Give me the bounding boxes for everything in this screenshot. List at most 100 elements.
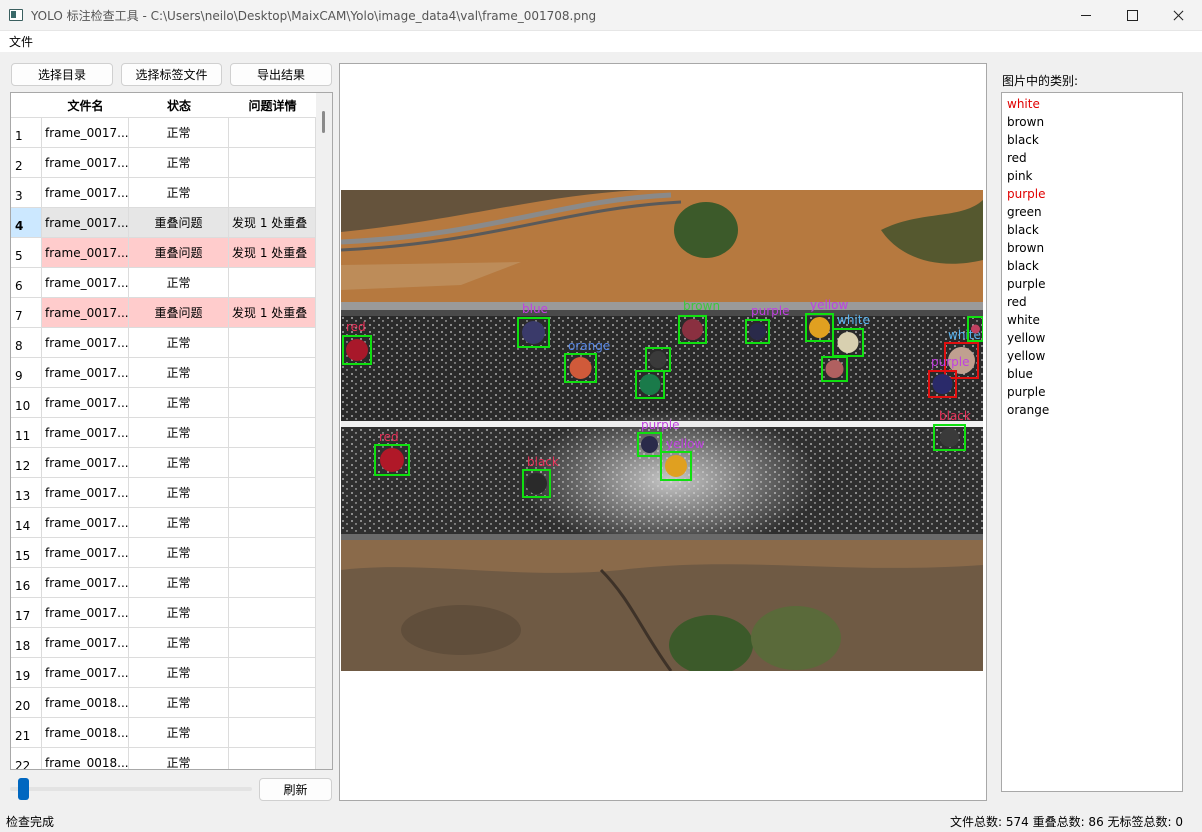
status-counts: 文件总数: 574 重叠总数: 86 无标签总数: 0 [950, 815, 1184, 829]
table-row[interactable]: 22 frame_0018... 正常 [11, 748, 316, 769]
object-ball [639, 374, 661, 395]
slider-track[interactable] [10, 787, 252, 791]
row-status: 正常 [129, 628, 229, 658]
header-status[interactable]: 状态 [129, 93, 229, 118]
row-filename: frame_0017... [42, 418, 129, 448]
table-row[interactable]: 14 frame_0017... 正常 [11, 508, 316, 538]
table-row[interactable]: 2 frame_0017... 正常 [11, 148, 316, 178]
box-label: purple [931, 355, 970, 369]
class-item[interactable]: white [1002, 95, 1182, 113]
class-item[interactable]: red [1002, 293, 1182, 311]
class-item[interactable]: yellow [1002, 329, 1182, 347]
class-item[interactable]: pink [1002, 167, 1182, 185]
table-row[interactable]: 10 frame_0017... 正常 [11, 388, 316, 418]
row-filename: frame_0017... [42, 388, 129, 418]
class-item[interactable]: purple [1002, 383, 1182, 401]
table-row[interactable]: 16 frame_0017... 正常 [11, 568, 316, 598]
export-results-button[interactable]: 导出结果 [230, 63, 332, 86]
box-label: red [379, 430, 399, 444]
row-status: 正常 [129, 478, 229, 508]
class-item[interactable]: green [1002, 203, 1182, 221]
class-item[interactable]: yellow [1002, 347, 1182, 365]
class-list[interactable]: white brown black red pink purple green black br… [1001, 92, 1183, 792]
row-index: 8 [11, 328, 42, 358]
box-label: black [527, 455, 559, 469]
table-row[interactable]: 17 frame_0017... 正常 [11, 598, 316, 628]
table-row[interactable]: 5 frame_0017... 重叠问题 发现 1 处重叠 [11, 238, 316, 268]
row-detail [229, 388, 316, 418]
row-detail: 发现 1 处重叠 [229, 298, 316, 328]
class-item[interactable]: blue [1002, 365, 1182, 383]
table-row[interactable]: 12 frame_0017... 正常 [11, 448, 316, 478]
table-row[interactable]: 19 frame_0017... 正常 [11, 658, 316, 688]
select-directory-button[interactable]: 选择目录 [11, 63, 113, 86]
header-detail[interactable]: 问题详情 [229, 93, 316, 118]
table-row[interactable]: 7 frame_0017... 重叠问题 发现 1 处重叠 [11, 298, 316, 328]
class-item[interactable]: black [1002, 257, 1182, 275]
row-filename: frame_0017... [42, 478, 129, 508]
class-item[interactable]: black [1002, 131, 1182, 149]
row-index: 12 [11, 448, 42, 478]
table-row[interactable]: 11 frame_0017... 正常 [11, 418, 316, 448]
class-item[interactable]: brown [1002, 239, 1182, 257]
object-ball [649, 351, 667, 368]
table-row[interactable]: 20 frame_0018... 正常 [11, 688, 316, 718]
row-status: 重叠问题 [129, 208, 229, 238]
object-ball [971, 324, 980, 334]
table-scrollbar[interactable] [316, 93, 332, 769]
class-item[interactable]: orange [1002, 401, 1182, 419]
class-item[interactable]: red [1002, 149, 1182, 167]
table-row[interactable]: 21 frame_0018... 正常 [11, 718, 316, 748]
row-status: 正常 [129, 268, 229, 298]
table-row[interactable]: 6 frame_0017... 正常 [11, 268, 316, 298]
class-item[interactable]: black [1002, 221, 1182, 239]
box-label: yellow [666, 437, 704, 451]
table-row[interactable]: 4 frame_0017... 重叠问题 发现 1 处重叠 [11, 208, 316, 238]
row-detail [229, 148, 316, 178]
table-row[interactable]: 15 frame_0017... 正常 [11, 538, 316, 568]
table-row[interactable]: 18 frame_0017... 正常 [11, 628, 316, 658]
class-item[interactable]: purple [1002, 185, 1182, 203]
maximize-button[interactable] [1109, 0, 1155, 31]
bush [674, 202, 738, 258]
object-ball [346, 339, 368, 361]
row-status: 正常 [129, 148, 229, 178]
select-label-file-button[interactable]: 选择标签文件 [121, 63, 222, 86]
table-row[interactable]: 3 frame_0017... 正常 [11, 178, 316, 208]
row-filename: frame_0017... [42, 628, 129, 658]
table-row[interactable]: 13 frame_0017... 正常 [11, 478, 316, 508]
scrollbar-thumb[interactable] [322, 111, 325, 133]
table-row[interactable]: 1 frame_0017... 正常 [11, 118, 316, 148]
object-ball [749, 323, 766, 340]
object-ball [641, 436, 658, 453]
object-ball [569, 357, 592, 379]
row-index: 1 [11, 118, 42, 148]
class-item[interactable]: white [1002, 311, 1182, 329]
refresh-button[interactable]: 刷新 [259, 778, 332, 801]
table-row[interactable]: 8 frame_0017... 正常 [11, 328, 316, 358]
object-ball [825, 360, 844, 378]
row-index: 9 [11, 358, 42, 388]
row-index: 14 [11, 508, 42, 538]
row-index: 2 [11, 148, 42, 178]
slider-handle[interactable] [18, 778, 29, 800]
box-label: yellow [810, 298, 848, 312]
row-index: 22 [11, 748, 42, 769]
minimize-button[interactable] [1063, 0, 1109, 31]
close-button[interactable] [1155, 0, 1201, 31]
menu-file[interactable]: 文件 [0, 33, 42, 50]
box-label: blue [522, 302, 548, 316]
class-item[interactable]: brown [1002, 113, 1182, 131]
object-ball [526, 473, 547, 494]
class-item[interactable]: purple [1002, 275, 1182, 293]
row-status: 正常 [129, 688, 229, 718]
file-table[interactable]: 文件名 状态 问题详情 1 frame_0017... 正常 2 frame_0017.… [10, 92, 333, 770]
row-filename: frame_0017... [42, 328, 129, 358]
box-label: black [939, 409, 971, 423]
header-filename[interactable]: 文件名 [42, 93, 129, 118]
row-filename: frame_0018... [42, 718, 129, 748]
table-row[interactable]: 9 frame_0017... 正常 [11, 358, 316, 388]
object-ball [522, 321, 545, 344]
status-message: 检查完成 [6, 815, 55, 829]
row-detail [229, 118, 316, 148]
